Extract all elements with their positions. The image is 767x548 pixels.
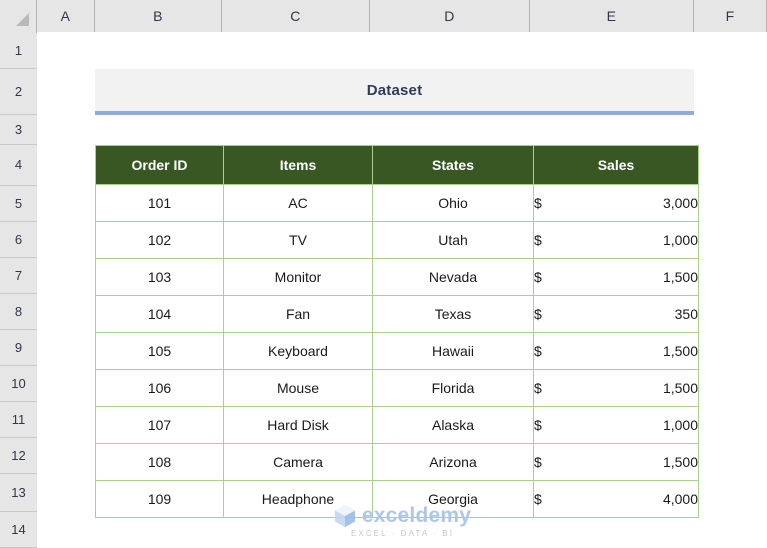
currency-symbol: $ bbox=[534, 306, 542, 322]
column-header-e[interactable]: E bbox=[530, 0, 694, 32]
currency-symbol: $ bbox=[534, 380, 542, 396]
column-header-items[interactable]: Items bbox=[223, 145, 373, 185]
cell-order-id[interactable]: 104 bbox=[95, 295, 224, 333]
cell-order-id[interactable]: 109 bbox=[95, 480, 224, 518]
currency-symbol: $ bbox=[534, 232, 542, 248]
cell-item[interactable]: Camera bbox=[223, 443, 373, 481]
page-title: Dataset bbox=[366, 81, 423, 99]
select-all-triangle-icon bbox=[16, 13, 29, 26]
row-header-13[interactable]: 13 bbox=[0, 474, 37, 512]
cell-sales[interactable]: $350 bbox=[533, 295, 699, 333]
row-header-strip: 1 2 3 4 5 6 7 8 9 10 11 12 13 14 bbox=[0, 32, 37, 548]
column-header-f[interactable]: F bbox=[694, 0, 767, 32]
sales-amount: 1,500 bbox=[662, 343, 698, 359]
row-header-11[interactable]: 11 bbox=[0, 402, 37, 438]
sales-amount: 4,000 bbox=[662, 491, 698, 507]
dataset-title-cell[interactable]: Dataset bbox=[95, 69, 694, 115]
currency-symbol: $ bbox=[534, 269, 542, 285]
currency-symbol: $ bbox=[534, 417, 542, 433]
cell-state[interactable]: Georgia bbox=[372, 480, 534, 518]
sales-amount: 3,000 bbox=[662, 195, 698, 211]
cell-state[interactable]: Florida bbox=[372, 369, 534, 407]
cell-state[interactable]: Hawaii bbox=[372, 332, 534, 370]
row-header-6[interactable]: 6 bbox=[0, 222, 37, 258]
cell-order-id[interactable]: 102 bbox=[95, 221, 224, 259]
cell-sales[interactable]: $3,000 bbox=[533, 184, 699, 222]
cell-sales[interactable]: $1,500 bbox=[533, 443, 699, 481]
table-row: 108 Camera Arizona $1,500 bbox=[95, 443, 699, 481]
row-header-14[interactable]: 14 bbox=[0, 512, 37, 548]
currency-symbol: $ bbox=[534, 454, 542, 470]
cell-item[interactable]: Hard Disk bbox=[223, 406, 373, 444]
cell-order-id[interactable]: 105 bbox=[95, 332, 224, 370]
watermark-tagline: EXCEL · DATA · BI bbox=[350, 529, 455, 538]
select-all-corner[interactable] bbox=[0, 0, 37, 32]
column-header-order-id[interactable]: Order ID bbox=[95, 145, 224, 185]
column-header-d[interactable]: D bbox=[370, 0, 530, 32]
row-header-4[interactable]: 4 bbox=[0, 145, 37, 186]
cell-item[interactable]: Monitor bbox=[223, 258, 373, 296]
column-header-c[interactable]: C bbox=[222, 0, 370, 32]
sales-amount: 350 bbox=[674, 306, 698, 322]
cell-order-id[interactable]: 107 bbox=[95, 406, 224, 444]
sales-amount: 1,000 bbox=[662, 232, 698, 248]
cell-item[interactable]: TV bbox=[223, 221, 373, 259]
sales-amount: 1,500 bbox=[662, 269, 698, 285]
sales-amount: 1,500 bbox=[662, 454, 698, 470]
column-header-a[interactable]: A bbox=[37, 0, 95, 32]
row-header-5[interactable]: 5 bbox=[0, 186, 37, 222]
cell-sales[interactable]: $1,000 bbox=[533, 406, 699, 444]
cell-state[interactable]: Utah bbox=[372, 221, 534, 259]
cell-grid: Dataset Order ID Items States Sales 101 A… bbox=[38, 33, 767, 548]
sales-amount: 1,000 bbox=[662, 417, 698, 433]
row-header-9[interactable]: 9 bbox=[0, 330, 37, 366]
cell-state[interactable]: Ohio bbox=[372, 184, 534, 222]
cell-sales[interactable]: $1,000 bbox=[533, 221, 699, 259]
dataset-table: Order ID Items States Sales 101 AC Ohio $3,… bbox=[95, 145, 699, 518]
cell-item[interactable]: Keyboard bbox=[223, 332, 373, 370]
row-header-3[interactable]: 3 bbox=[0, 115, 37, 145]
currency-symbol: $ bbox=[534, 195, 542, 211]
table-row: 106 Mouse Florida $1,500 bbox=[95, 369, 699, 407]
table-header-row: Order ID Items States Sales bbox=[95, 145, 699, 185]
cell-sales[interactable]: $1,500 bbox=[533, 369, 699, 407]
column-header-strip: ABCDEF bbox=[0, 0, 767, 32]
cell-state[interactable]: Alaska bbox=[372, 406, 534, 444]
row-header-7[interactable]: 7 bbox=[0, 258, 37, 294]
table-row: 105 Keyboard Hawaii $1,500 bbox=[95, 332, 699, 370]
row-header-1[interactable]: 1 bbox=[0, 33, 37, 69]
table-row: 107 Hard Disk Alaska $1,000 bbox=[95, 406, 699, 444]
row-header-8[interactable]: 8 bbox=[0, 294, 37, 330]
table-row: 102 TV Utah $1,000 bbox=[95, 221, 699, 259]
cell-state[interactable]: Texas bbox=[372, 295, 534, 333]
column-header-sales[interactable]: Sales bbox=[533, 145, 699, 185]
cell-state[interactable]: Arizona bbox=[372, 443, 534, 481]
table-row: 109 Headphone Georgia $4,000 bbox=[95, 480, 699, 518]
cell-sales[interactable]: $1,500 bbox=[533, 258, 699, 296]
table-row: 103 Monitor Nevada $1,500 bbox=[95, 258, 699, 296]
row-header-10[interactable]: 10 bbox=[0, 366, 37, 402]
cell-order-id[interactable]: 108 bbox=[95, 443, 224, 481]
cell-item[interactable]: Headphone bbox=[223, 480, 373, 518]
currency-symbol: $ bbox=[534, 343, 542, 359]
cell-order-id[interactable]: 101 bbox=[95, 184, 224, 222]
cell-order-id[interactable]: 106 bbox=[95, 369, 224, 407]
cell-sales[interactable]: $1,500 bbox=[533, 332, 699, 370]
column-header-b[interactable]: B bbox=[95, 0, 222, 32]
spreadsheet-canvas: ABCDEF 1 2 3 4 5 6 7 8 9 10 11 12 13 14 Dataset Order… bbox=[0, 0, 767, 548]
cell-state[interactable]: Nevada bbox=[372, 258, 534, 296]
cell-order-id[interactable]: 103 bbox=[95, 258, 224, 296]
row-header-12[interactable]: 12 bbox=[0, 438, 37, 474]
table-row: 104 Fan Texas $350 bbox=[95, 295, 699, 333]
cell-sales[interactable]: $4,000 bbox=[533, 480, 699, 518]
currency-symbol: $ bbox=[534, 491, 542, 507]
row-header-2[interactable]: 2 bbox=[0, 69, 37, 115]
cell-item[interactable]: Fan bbox=[223, 295, 373, 333]
sales-amount: 1,500 bbox=[662, 380, 698, 396]
cell-item[interactable]: Mouse bbox=[223, 369, 373, 407]
table-row: 101 AC Ohio $3,000 bbox=[95, 184, 699, 222]
cell-item[interactable]: AC bbox=[223, 184, 373, 222]
column-header-states[interactable]: States bbox=[372, 145, 534, 185]
